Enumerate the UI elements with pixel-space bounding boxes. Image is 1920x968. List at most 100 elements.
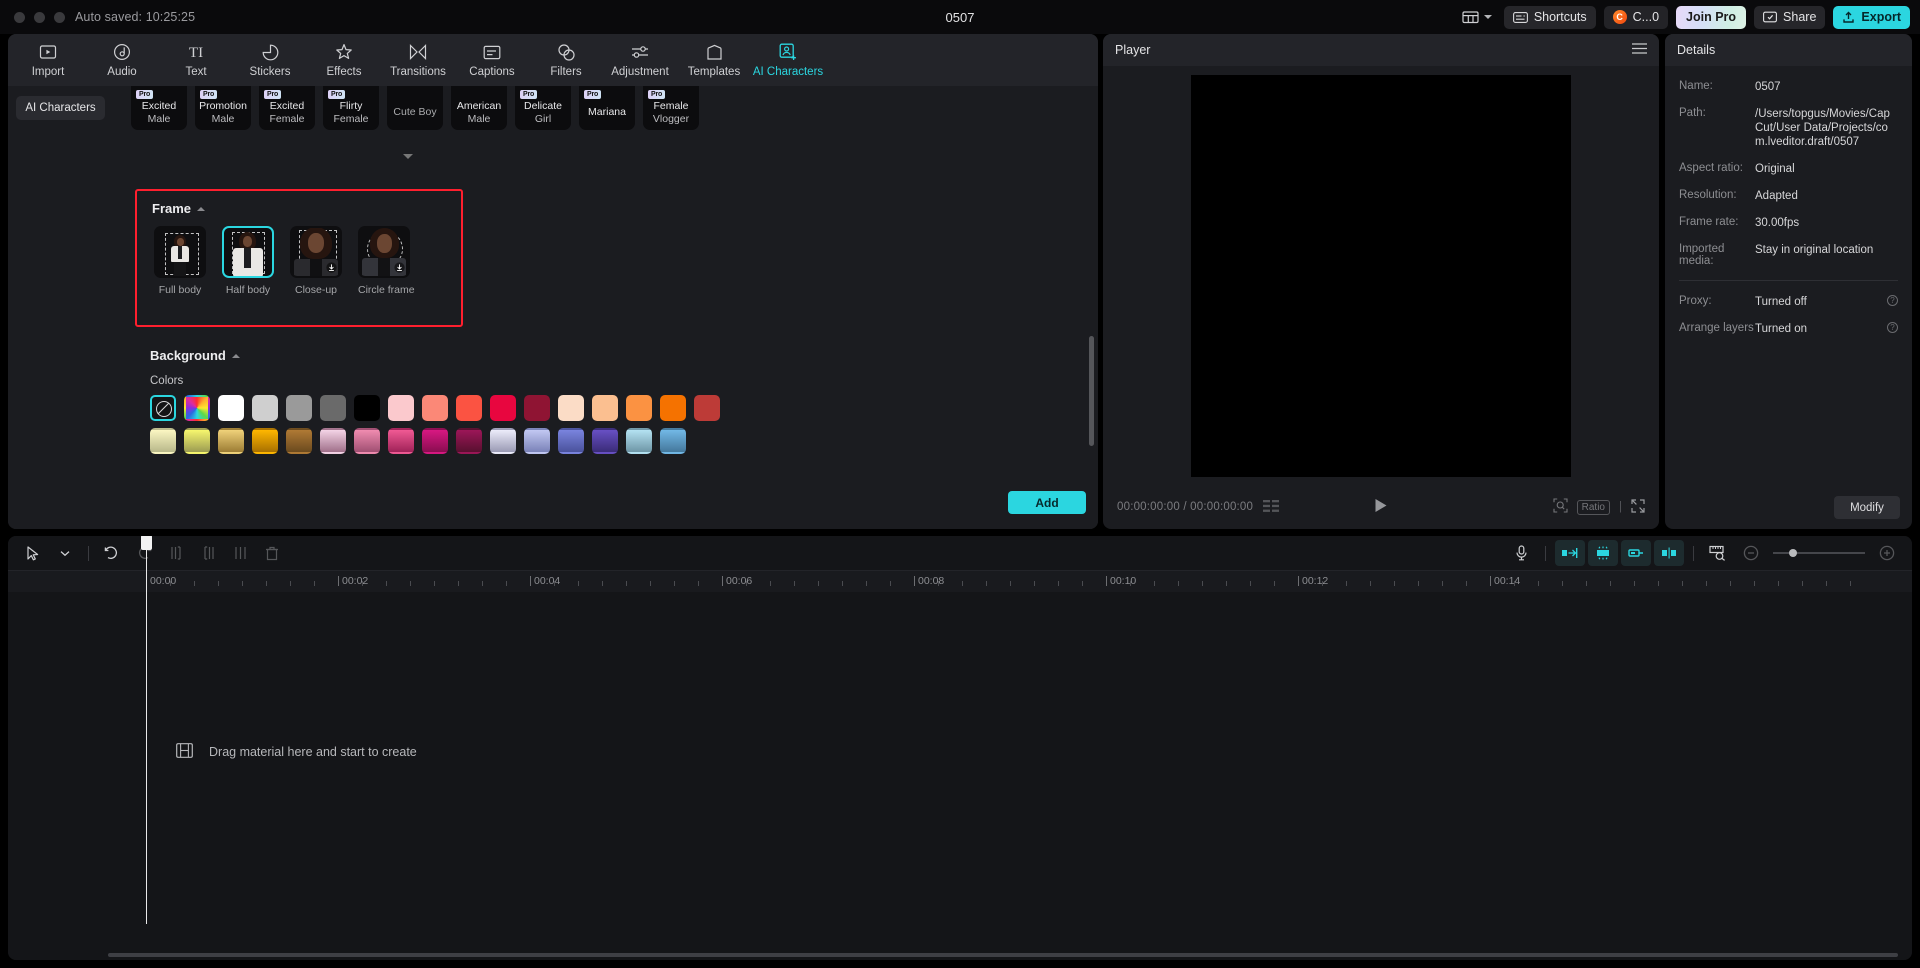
hamburger-icon[interactable] <box>1632 43 1647 57</box>
zoom-slider-knob[interactable] <box>1789 549 1797 557</box>
undo-icon[interactable] <box>97 540 127 566</box>
swatch-color[interactable] <box>456 428 482 454</box>
delete-icon[interactable] <box>257 540 287 566</box>
close-window-button[interactable] <box>14 11 25 23</box>
download-icon[interactable] <box>394 262 405 273</box>
character-card[interactable]: Pro Excited Female <box>259 86 315 130</box>
character-card[interactable]: Pro Promotion Male <box>195 86 251 130</box>
swatch-color[interactable] <box>456 395 482 421</box>
swatch-color[interactable] <box>660 395 686 421</box>
fullscreen-icon[interactable] <box>1631 498 1645 516</box>
swatch-color[interactable] <box>252 395 278 421</box>
swatch-color[interactable] <box>354 395 380 421</box>
swatch-none[interactable] <box>150 395 176 421</box>
split-right-icon[interactable] <box>193 540 223 566</box>
speed-ramp-icon[interactable] <box>1555 540 1585 566</box>
zoom-slider[interactable] <box>1773 549 1865 557</box>
swatch-color[interactable] <box>490 395 516 421</box>
character-card[interactable]: Pro Excited Male <box>131 86 187 130</box>
nav-item-ai-characters[interactable]: AI Characters <box>752 34 824 86</box>
content-scrollbar[interactable] <box>1089 336 1094 446</box>
character-card[interactable]: Cute Boy <box>387 86 443 130</box>
microphone-icon[interactable] <box>1506 540 1536 566</box>
ratio-button[interactable]: Ratio <box>1576 499 1610 515</box>
credits-button[interactable]: C C...0 <box>1603 5 1669 29</box>
expand-characters-caret-icon[interactable] <box>403 154 413 159</box>
nav-item-text[interactable]: TI Text <box>160 34 232 86</box>
shortcuts-button[interactable]: Shortcuts <box>1503 5 1596 29</box>
swatch-color[interactable] <box>150 428 176 454</box>
swatch-color[interactable] <box>626 395 652 421</box>
swatch-color[interactable] <box>388 395 414 421</box>
swatch-color[interactable] <box>320 428 346 454</box>
timeline-horizontal-scrollbar[interactable] <box>108 953 1898 957</box>
zoom-in-icon[interactable] <box>1872 540 1902 566</box>
video-canvas[interactable] <box>1191 74 1571 477</box>
grid-view-icon[interactable] <box>1263 499 1280 515</box>
background-section-header[interactable]: Background <box>150 348 720 363</box>
select-tool-icon[interactable] <box>18 540 48 566</box>
nav-item-audio[interactable]: Audio <box>86 34 158 86</box>
character-card[interactable]: Pro Mariana <box>579 86 635 130</box>
layout-switch-button[interactable] <box>1458 7 1496 27</box>
category-ai-characters[interactable]: AI Characters <box>16 96 105 120</box>
swatch-color[interactable] <box>252 428 278 454</box>
minimize-window-button[interactable] <box>34 11 45 23</box>
swatch-color[interactable] <box>592 428 618 454</box>
swatch-color[interactable] <box>286 395 312 421</box>
swatch-color[interactable] <box>558 428 584 454</box>
swatch-color[interactable] <box>320 395 346 421</box>
character-card[interactable]: Pro Female Vlogger <box>643 86 699 130</box>
collapse-caret-icon[interactable] <box>197 206 206 211</box>
frame-option-full-body[interactable]: Full body <box>154 226 206 296</box>
timeline-tracks[interactable]: Drag material here and start to create <box>8 592 1912 960</box>
character-card[interactable]: Pro Flirty Female <box>323 86 379 130</box>
nav-item-import[interactable]: Import <box>12 34 84 86</box>
swatch-color[interactable] <box>626 428 652 454</box>
add-button[interactable]: Add <box>1008 491 1086 514</box>
collapse-caret-icon[interactable] <box>231 353 240 358</box>
modify-button[interactable]: Modify <box>1834 496 1900 519</box>
zoom-slider-track[interactable] <box>1773 549 1865 557</box>
swatch-color[interactable] <box>490 428 516 454</box>
playhead-handle[interactable] <box>141 536 152 550</box>
swatch-color[interactable] <box>694 395 720 421</box>
character-card[interactable]: American Male <box>451 86 507 130</box>
frame-option-close-up[interactable]: Close-up <box>290 226 342 296</box>
freeze-icon[interactable] <box>1621 540 1651 566</box>
swatch-color[interactable] <box>286 428 312 454</box>
mirror-icon[interactable] <box>1654 540 1684 566</box>
auto-cut-icon[interactable] <box>1588 540 1618 566</box>
nav-item-stickers[interactable]: Stickers <box>234 34 306 86</box>
maximize-window-button[interactable] <box>54 11 65 23</box>
swatch-color[interactable] <box>422 428 448 454</box>
export-button[interactable]: Export <box>1833 5 1910 29</box>
share-button[interactable]: Share <box>1754 5 1826 29</box>
swatch-color[interactable] <box>388 428 414 454</box>
help-icon[interactable]: ? <box>1887 295 1898 306</box>
timeline-ruler[interactable]: 00:00 00:02 00:04 00:06 00:08 00:10 00:1… <box>8 570 1912 592</box>
swatch-color-picker[interactable] <box>184 395 210 421</box>
nav-item-filters[interactable]: Filters <box>530 34 602 86</box>
swatch-color[interactable] <box>422 395 448 421</box>
frame-option-circle-frame[interactable]: Circle frame <box>358 226 415 296</box>
split-icon[interactable] <box>225 540 255 566</box>
drop-zone[interactable]: Drag material here and start to create <box>176 743 417 761</box>
zoom-fit-icon[interactable] <box>1553 498 1568 516</box>
swatch-color[interactable] <box>524 395 550 421</box>
swatch-color[interactable] <box>558 395 584 421</box>
split-left-icon[interactable] <box>161 540 191 566</box>
frame-section-header[interactable]: Frame <box>152 201 461 216</box>
swatch-color[interactable] <box>592 395 618 421</box>
help-icon[interactable]: ? <box>1887 322 1898 333</box>
ruler-icon[interactable] <box>1703 540 1733 566</box>
join-pro-button[interactable]: Join Pro <box>1676 5 1747 29</box>
nav-item-templates[interactable]: Templates <box>678 34 750 86</box>
play-icon[interactable] <box>1374 498 1388 516</box>
swatch-color[interactable] <box>660 428 686 454</box>
download-icon[interactable] <box>326 262 337 273</box>
swatch-color[interactable] <box>354 428 380 454</box>
nav-item-adjustment[interactable]: Adjustment <box>604 34 676 86</box>
swatch-color[interactable] <box>184 428 210 454</box>
swatch-color[interactable] <box>218 395 244 421</box>
